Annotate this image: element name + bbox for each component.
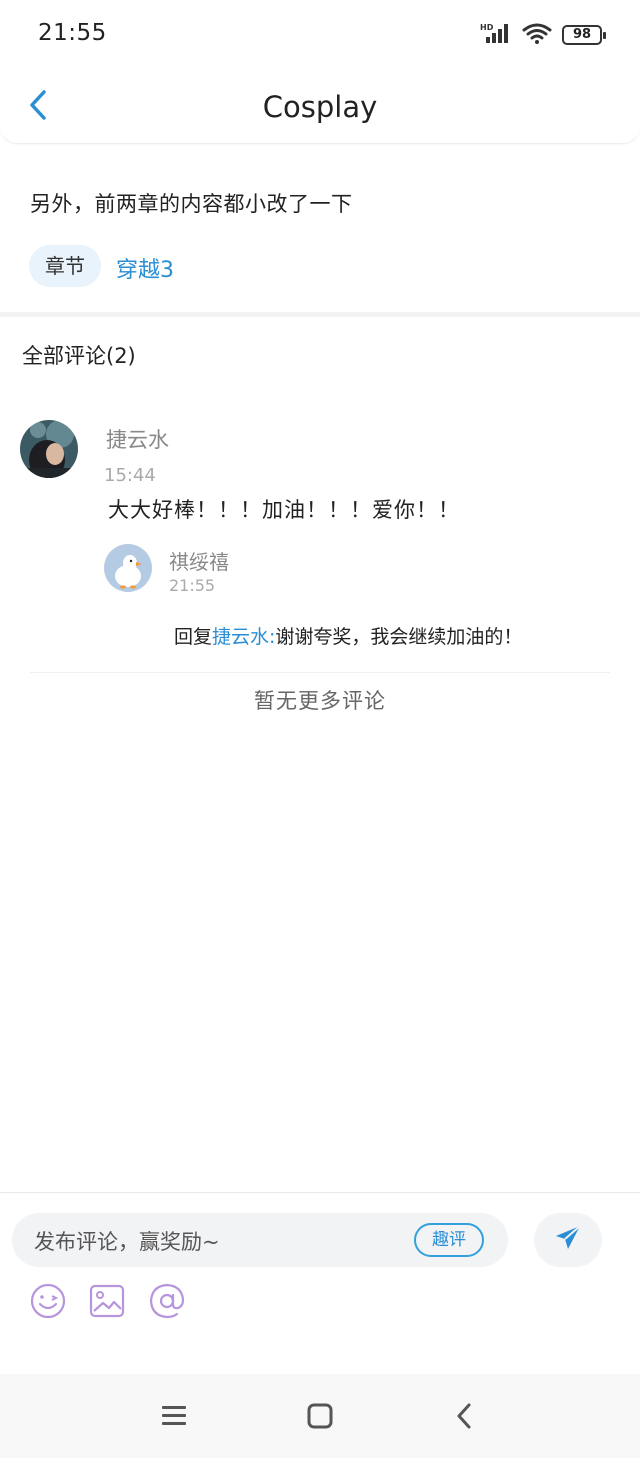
send-button[interactable]: [534, 1213, 602, 1267]
chapter-link[interactable]: 穿越3: [116, 252, 174, 284]
status-icons: HD 98: [480, 22, 606, 48]
section-separator: [0, 312, 640, 317]
reply-time: 21:55: [169, 576, 216, 595]
comment-author[interactable]: 捷云水: [106, 424, 169, 454]
comment-input[interactable]: 发布评论，赢奖励~ 趣评: [12, 1213, 508, 1267]
post-section: 另外，前两章的内容都小改了一下 章节 穿越3: [0, 144, 640, 312]
chapter-tag: 章节: [29, 245, 101, 287]
emoji-icon[interactable]: [28, 1281, 68, 1321]
status-time: 21:55: [38, 20, 107, 46]
comment-placeholder: 发布评论，赢奖励~: [34, 1230, 220, 1254]
reply-prefix: 回复: [174, 626, 213, 648]
wifi-icon: [522, 22, 552, 48]
comment-composer: 发布评论，赢奖励~ 趣评: [0, 1192, 640, 1374]
reply-body: 谢谢夸奖，我会继续加油的！: [275, 626, 523, 648]
reply-text: 回复捷云水:谢谢夸奖，我会继续加油的！: [174, 622, 522, 649]
reply-author[interactable]: 祺绥禧: [169, 546, 229, 575]
top-app-bar: Cosplay: [0, 70, 640, 144]
network-badge: HD: [480, 23, 494, 32]
post-text: 另外，前两章的内容都小改了一下: [30, 192, 353, 216]
at-icon[interactable]: [147, 1281, 187, 1321]
signal-icon: HD: [480, 22, 512, 48]
comments-title: 全部评论(2): [22, 344, 136, 368]
back-icon[interactable]: [446, 1400, 482, 1432]
comment-time: 15:44: [104, 465, 156, 486]
divider: [30, 672, 610, 673]
home-icon[interactable]: [302, 1400, 338, 1432]
menu-icon[interactable]: [156, 1400, 192, 1432]
comment-text: 大大好棒！！！加油！！！爱你！！: [108, 498, 460, 522]
avatar[interactable]: [104, 544, 152, 592]
page-title: Cosplay: [262, 90, 378, 124]
send-icon: [553, 1223, 583, 1257]
battery-indicator: 98: [562, 25, 606, 45]
avatar[interactable]: [20, 420, 78, 478]
system-nav-bar: [0, 1374, 640, 1458]
no-more-comments: 暂无更多评论: [254, 689, 386, 713]
image-icon[interactable]: [87, 1281, 127, 1321]
status-bar: 21:55 HD 98: [0, 0, 640, 70]
reply-mention[interactable]: 捷云水:: [212, 626, 275, 648]
fun-comment-button[interactable]: 趣评: [414, 1223, 484, 1257]
